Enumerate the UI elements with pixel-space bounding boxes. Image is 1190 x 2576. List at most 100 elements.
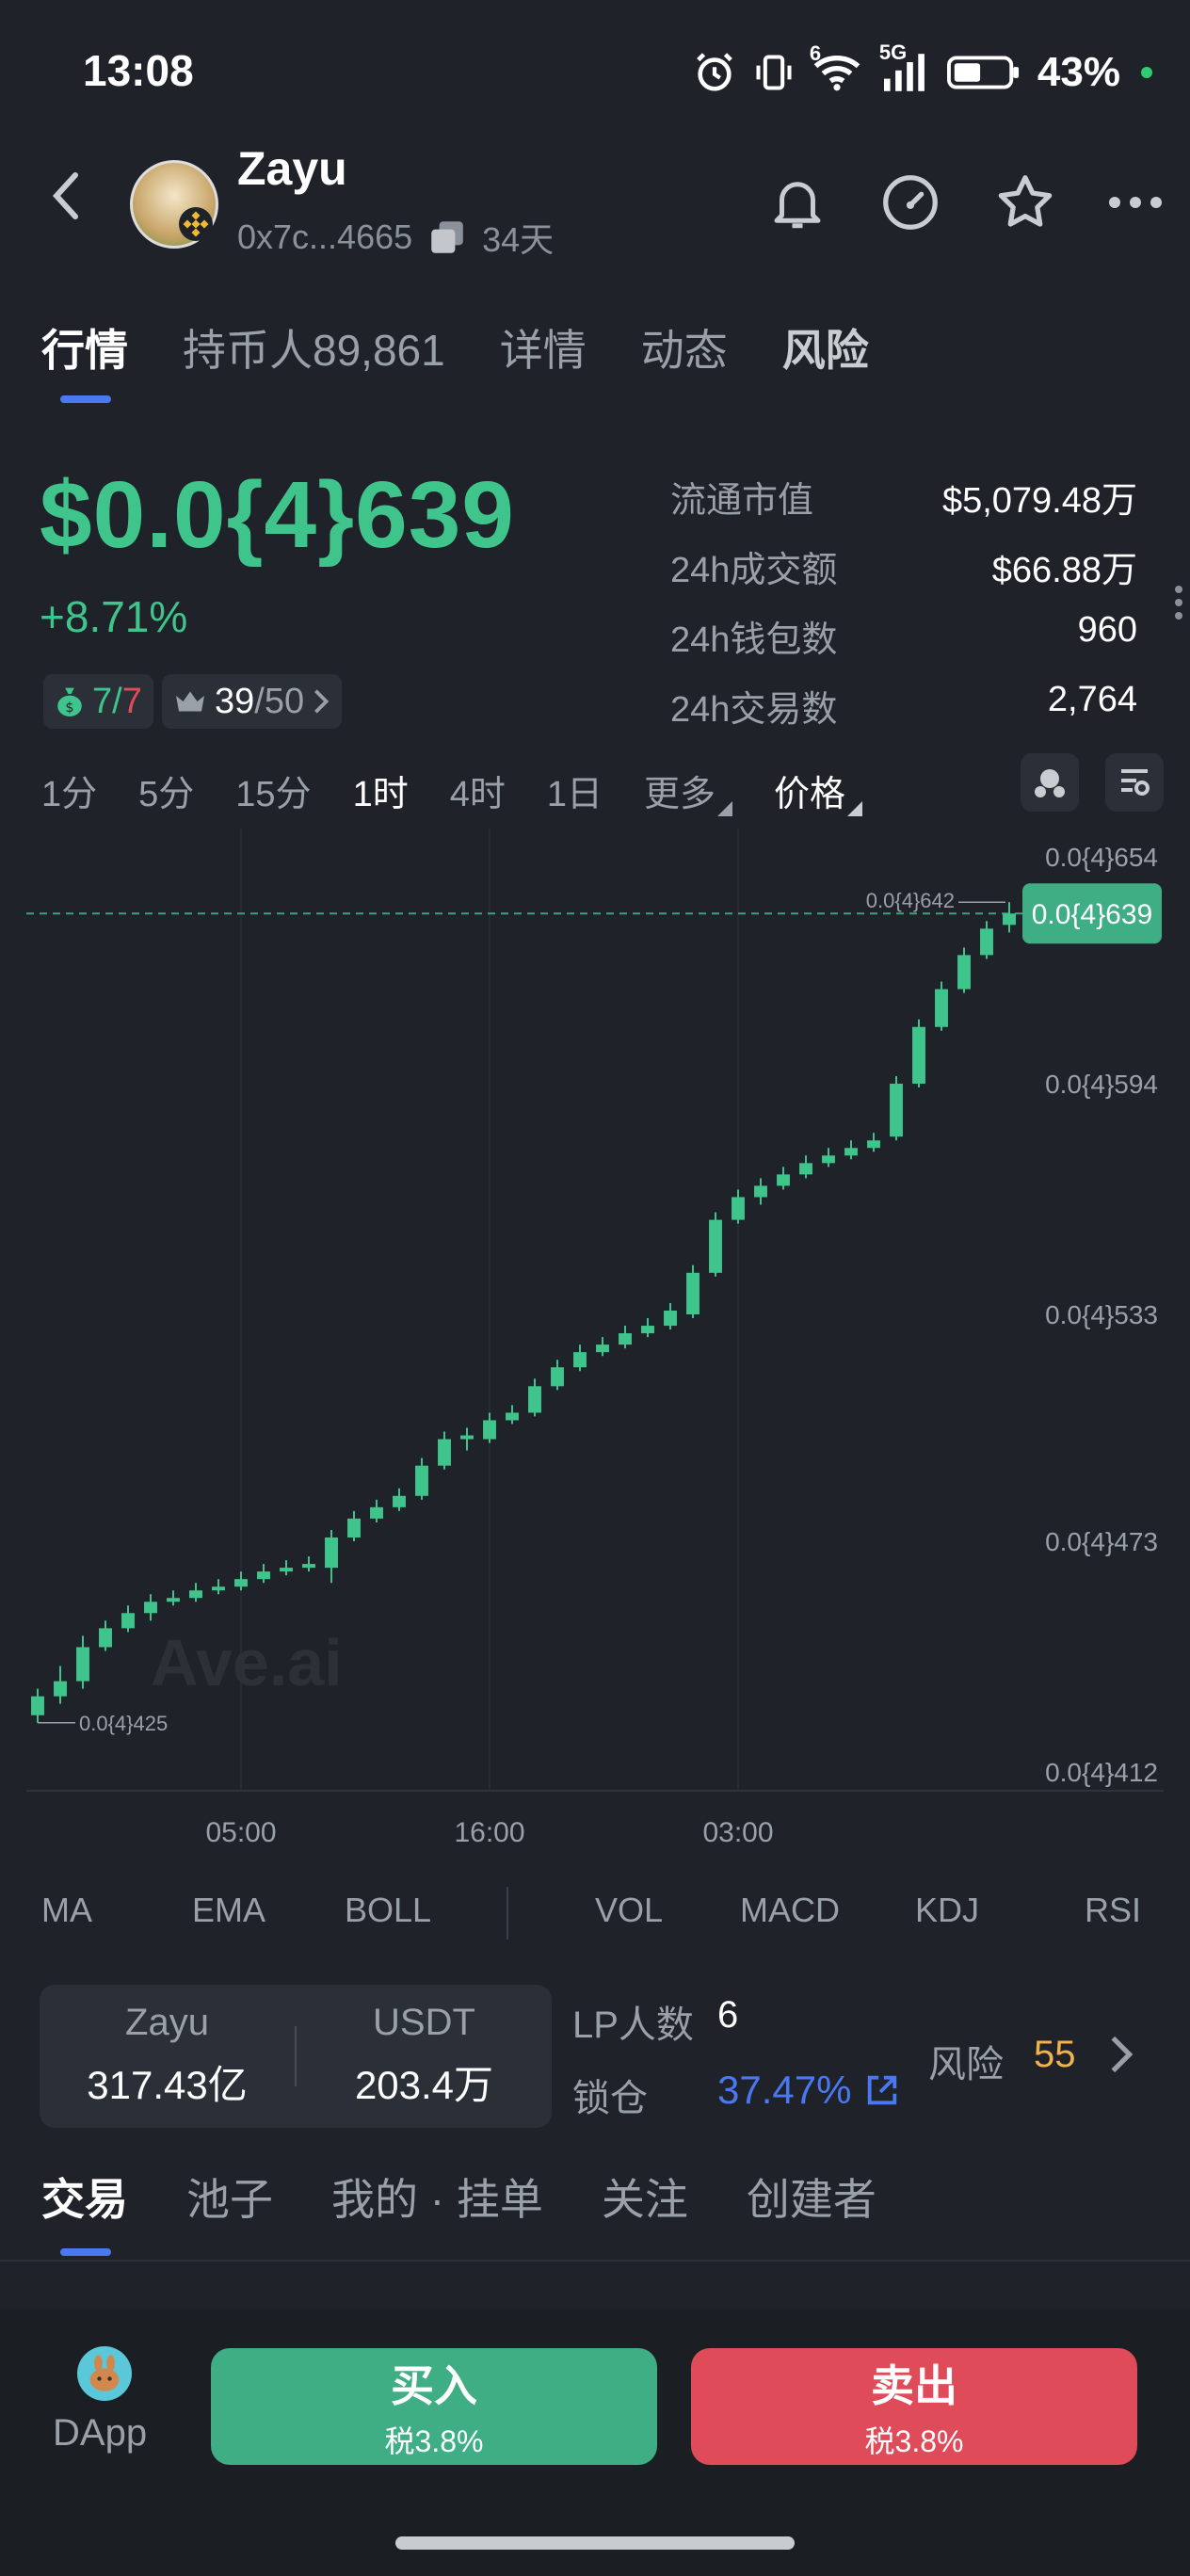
tf-1h[interactable]: 1时 (353, 765, 409, 816)
chevron-right-icon[interactable] (1109, 2034, 1134, 2075)
risk-label[interactable]: 风险 (928, 2034, 1004, 2088)
candle-body (189, 1590, 202, 1599)
bell-icon[interactable] (766, 171, 828, 233)
tf-5m[interactable]: 5分 (138, 765, 194, 816)
ind-kdj[interactable]: KDJ (915, 1891, 979, 1930)
tab-risk[interactable]: 风险 (782, 316, 869, 378)
header-actions (766, 169, 1164, 235)
tab-following[interactable]: 关注 (602, 2165, 688, 2228)
vibrate-icon (756, 55, 792, 90)
pool-quote: USDT 203.4万 (354, 2002, 494, 2107)
pancake-icon[interactable] (77, 2346, 132, 2401)
token-address: 0x7c...4665 (237, 217, 413, 256)
candle-body (167, 1598, 180, 1602)
ind-ma[interactable]: MA (41, 1891, 92, 1930)
money-bag-icon: $ (57, 687, 82, 716)
external-link-icon (868, 2075, 897, 2105)
chevron-right-icon (314, 689, 330, 714)
lock-value: 37.47% (717, 2068, 852, 2112)
buy-button[interactable]: 买入 税3.8% (211, 2348, 657, 2465)
tab-trades[interactable]: 交易 (41, 2165, 128, 2228)
tab-my-orders[interactable]: 我的 · 挂单 (331, 2165, 543, 2228)
candle-body (619, 1333, 632, 1345)
network-type: 5G (878, 40, 908, 64)
price-mode[interactable]: 价格 (774, 765, 863, 816)
candle-body (31, 1696, 44, 1715)
top-holders-total: /50 (254, 681, 305, 721)
bottom-tabs: 交易 池子 我的 · 挂单 关注 创建者 (41, 2165, 876, 2228)
back-button[interactable] (47, 169, 85, 227)
sell-button[interactable]: 卖出 税3.8% (691, 2348, 1137, 2465)
tf-15m[interactable]: 15分 (235, 765, 311, 816)
y-tick-label: 0.0{4}594 (1045, 1070, 1158, 1099)
divider (0, 2260, 1190, 2262)
lock-value-link[interactable]: 37.47% (717, 2068, 900, 2113)
current-price-tag-label: 0.0{4}639 (1032, 899, 1152, 930)
chart-settings-button[interactable] (1105, 753, 1164, 812)
candle-body (709, 1219, 722, 1273)
token-age: 34天 (482, 220, 555, 259)
sell-tax: 税3.8% (864, 2424, 964, 2458)
ind-rsi[interactable]: RSI (1085, 1891, 1141, 1930)
candle-body (144, 1602, 157, 1614)
current-price: $0.0{4}639 (40, 462, 515, 568)
lp-count-label: LP人数 (572, 2004, 694, 2046)
pool-card[interactable]: Zayu 317.43亿 USDT 203.4万 (40, 1985, 552, 2128)
tab-activity[interactable]: 动态 (641, 316, 728, 378)
home-indicator[interactable] (395, 2536, 795, 2550)
lock-label: 锁仓 (572, 2078, 648, 2119)
vertical-more-icon[interactable] (1175, 584, 1182, 621)
stat-wallets-24h: 24h钱包数 960 (670, 610, 1137, 660)
low-marker-label: 0.0{4}425 (79, 1712, 168, 1735)
candle-body (99, 1628, 112, 1648)
dapp-label[interactable]: DApp (53, 2412, 147, 2455)
candle-body (257, 1571, 270, 1580)
copy-icon[interactable] (427, 217, 467, 257)
star-icon[interactable] (992, 169, 1058, 235)
top-holders-value: 39 (215, 681, 255, 721)
ind-boll[interactable]: BOLL (345, 1891, 431, 1930)
tab-details[interactable]: 详情 (500, 316, 587, 378)
speedometer-icon[interactable] (877, 169, 943, 235)
x-tick-label: 03:00 (702, 1817, 773, 1848)
y-tick-label: 0.0{4}412 (1045, 1758, 1158, 1787)
y-tick-label: 0.0{4}533 (1045, 1300, 1158, 1329)
candle-body (754, 1185, 767, 1198)
indicator-divider (507, 1887, 508, 1940)
candle-body (641, 1326, 654, 1334)
ind-macd[interactable]: MACD (740, 1891, 840, 1930)
price-chart[interactable]: Ave.ai 0.0{4}654 0.0{4}594 0.0{4}533 0.0{4}4… (0, 829, 1190, 1864)
tf-1d[interactable]: 1日 (547, 765, 603, 816)
drawing-tool-button[interactable] (1021, 753, 1079, 812)
candle-body (844, 1148, 858, 1156)
corner-triangle-icon (847, 801, 863, 816)
ind-vol[interactable]: VOL (595, 1891, 663, 1930)
tab-holders[interactable]: 持币人89,861 (183, 316, 445, 378)
candle-body (438, 1439, 451, 1466)
tab-pools[interactable]: 池子 (186, 2165, 273, 2228)
tab-market[interactable]: 行情 (41, 316, 128, 378)
candle-body (325, 1537, 338, 1569)
chain-badge (179, 207, 213, 241)
sell-label: 卖出 (871, 2361, 957, 2410)
candle-body (822, 1155, 835, 1164)
tf-4h[interactable]: 4时 (450, 765, 506, 816)
candle-body (393, 1495, 406, 1507)
battery-percent: 43% (1037, 49, 1120, 95)
candle-body (980, 928, 993, 956)
tf-more[interactable]: 更多 (644, 765, 732, 816)
tf-1m[interactable]: 1分 (41, 765, 97, 816)
more-icon[interactable] (1107, 193, 1164, 212)
top-holders-chip[interactable]: 39/50 (162, 674, 343, 729)
candle-body (483, 1420, 496, 1440)
candle-body (370, 1506, 383, 1519)
alarm-icon (697, 53, 732, 91)
lp-count-value: 6 (717, 1994, 739, 2036)
candle-body (76, 1647, 89, 1682)
bnb-icon (183, 211, 209, 237)
candle-body (551, 1367, 564, 1387)
ind-ema[interactable]: EMA (192, 1891, 265, 1930)
tab-creator[interactable]: 创建者 (747, 2165, 876, 2228)
risk-score[interactable]: 55 (1034, 2034, 1076, 2076)
money-chip[interactable]: $ 7/7 (43, 674, 153, 729)
